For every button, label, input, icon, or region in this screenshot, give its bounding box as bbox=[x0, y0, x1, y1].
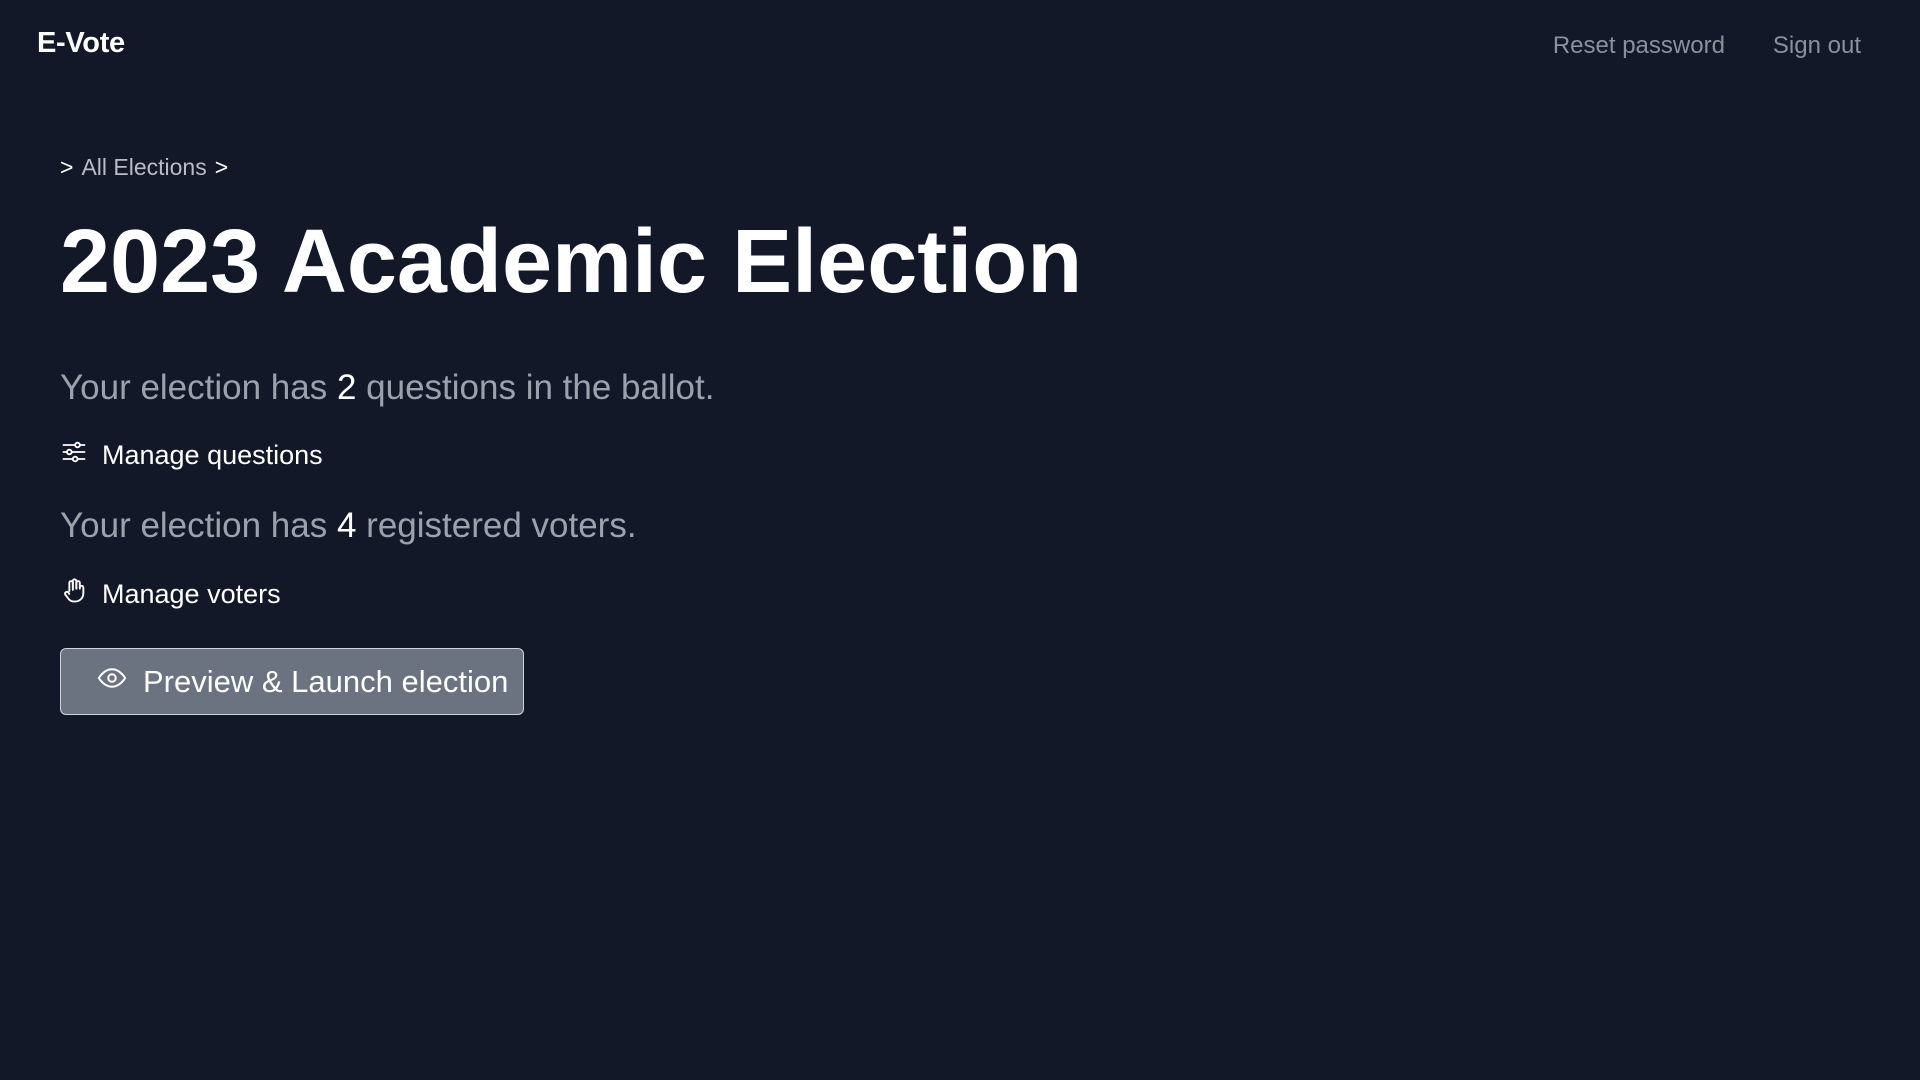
voters-summary-suffix: registered voters. bbox=[356, 506, 637, 545]
breadcrumb-all-elections[interactable]: All Elections bbox=[81, 154, 206, 181]
voter-count: 4 bbox=[336, 506, 357, 545]
breadcrumb: > All Elections > bbox=[60, 154, 1460, 181]
questions-summary: Your election has 2 questions in the bal… bbox=[60, 370, 714, 405]
brand-logo[interactable]: E-Vote bbox=[37, 27, 125, 60]
sign-out-link[interactable]: Sign out bbox=[1773, 32, 1861, 60]
sliders-icon bbox=[60, 438, 88, 473]
nav-links: Reset password Sign out bbox=[1553, 32, 1861, 60]
voters-summary: Your election has 4 registered voters. bbox=[60, 508, 637, 543]
hand-icon bbox=[60, 577, 88, 612]
manage-questions-link[interactable]: Manage questions bbox=[60, 438, 323, 473]
questions-summary-prefix: Your election has bbox=[60, 368, 337, 407]
manage-voters-label: Manage voters bbox=[102, 579, 281, 609]
preview-launch-button[interactable]: Preview & Launch election bbox=[60, 648, 524, 715]
question-count: 2 bbox=[336, 368, 357, 407]
questions-summary-suffix: questions in the ballot. bbox=[356, 368, 715, 407]
manage-voters-link[interactable]: Manage voters bbox=[60, 577, 281, 612]
preview-launch-label: Preview & Launch election bbox=[143, 663, 509, 699]
reset-password-link[interactable]: Reset password bbox=[1553, 32, 1725, 60]
breadcrumb-separator: > bbox=[60, 154, 74, 180]
breadcrumb-separator: > bbox=[214, 154, 229, 180]
eye-icon bbox=[97, 663, 127, 701]
voters-summary-prefix: Your election has bbox=[60, 506, 337, 545]
page-title: 2023 Academic Election bbox=[60, 212, 1083, 312]
main-content: > All Elections > 2023 Academic Election… bbox=[60, 154, 1460, 715]
manage-questions-label: Manage questions bbox=[102, 440, 323, 470]
navbar: E-Vote Reset password Sign out bbox=[0, 0, 1920, 94]
